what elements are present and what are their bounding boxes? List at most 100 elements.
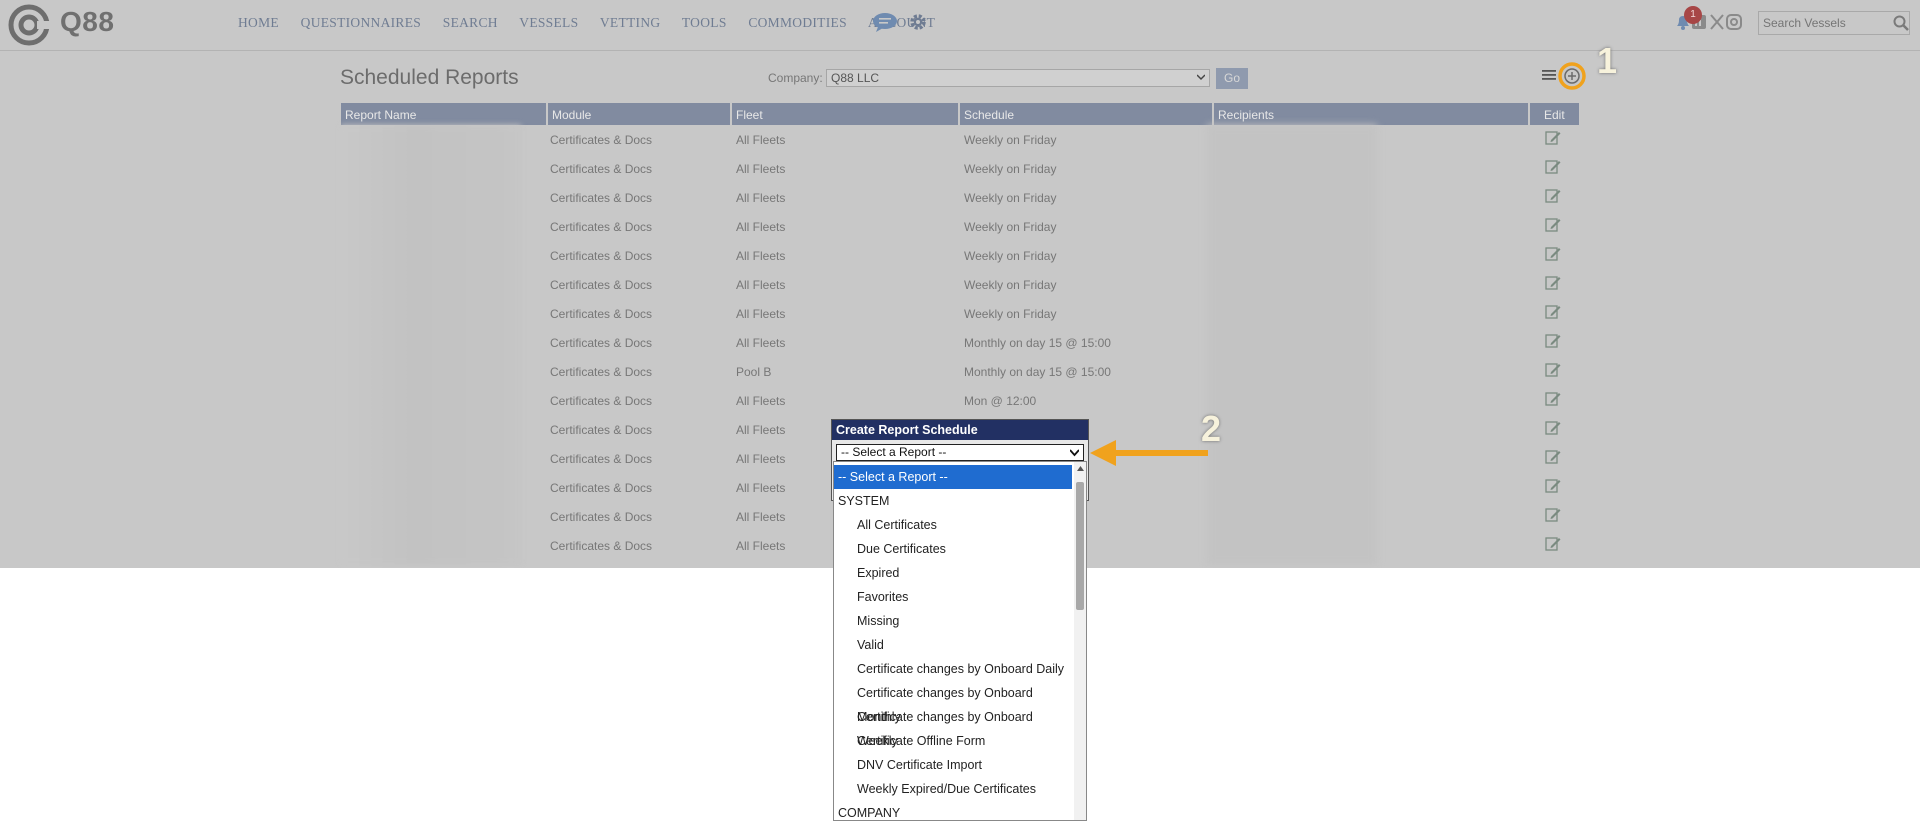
scrollbar-thumb[interactable]	[1076, 482, 1084, 610]
cell-module: Certificates & Docs	[550, 162, 653, 176]
column-fleet[interactable]: Fleet	[732, 103, 958, 125]
brand-name[interactable]: Q88	[60, 6, 114, 38]
table-row: Certificates & Docs All Fleets Mon @ 12:00	[341, 386, 1579, 415]
menu-icon[interactable]	[1542, 68, 1556, 82]
cell-fleet: All Fleets	[736, 133, 786, 147]
report-option[interactable]: Valid	[834, 633, 1072, 657]
edit-icon[interactable]	[1545, 159, 1561, 175]
column-schedule[interactable]: Schedule	[960, 103, 1212, 125]
cell-module: Certificates & Docs	[550, 539, 653, 553]
search-vessels-input[interactable]	[1758, 11, 1910, 35]
report-option[interactable]: Certificate changes by Onboard Weekly	[834, 705, 1072, 748]
report-option[interactable]: Missing	[834, 609, 1072, 633]
table-row: Certificates & Docs All Fleets Weekly on F…	[341, 183, 1579, 212]
table-header: Report Name Module Fleet Schedule Recipi…	[341, 103, 1579, 125]
top-navigation-bar: Q88 HOME QUESTIONNAIRES SEARCH VESSELS V…	[0, 0, 1920, 51]
nav-commodities[interactable]: COMMODITIES	[748, 15, 847, 30]
cell-schedule: Weekly on Friday	[964, 191, 1057, 205]
add-schedule-icon[interactable]	[1558, 62, 1586, 90]
cell-fleet: All Fleets	[736, 191, 786, 205]
column-report-name[interactable]: Report Name	[341, 103, 546, 125]
edit-icon[interactable]	[1545, 304, 1561, 320]
company-selected-value: Q88 LLC	[831, 71, 880, 85]
cell-fleet: All Fleets	[736, 307, 786, 321]
edit-icon[interactable]	[1545, 188, 1561, 204]
edit-icon[interactable]	[1545, 275, 1561, 291]
edit-icon[interactable]	[1545, 333, 1561, 349]
notification-badge: 1	[1684, 6, 1702, 24]
company-select[interactable]: Q88 LLC	[826, 69, 1210, 87]
cell-module: Certificates & Docs	[550, 481, 653, 495]
edit-icon[interactable]	[1545, 362, 1561, 378]
edit-icon[interactable]	[1545, 420, 1561, 436]
nav-home[interactable]: HOME	[238, 15, 279, 30]
cell-module: Certificates & Docs	[550, 278, 653, 292]
cell-fleet: Pool B	[736, 365, 772, 379]
cell-fleet: All Fleets	[736, 481, 786, 495]
cell-fleet: All Fleets	[736, 539, 786, 553]
instagram-icon[interactable]	[1726, 14, 1742, 30]
cell-module: Certificates & Docs	[550, 133, 653, 147]
step-2-annotation: 2	[1201, 408, 1222, 449]
search-icon[interactable]	[1893, 15, 1909, 31]
cell-schedule: Weekly on Friday	[964, 220, 1057, 234]
q88-logo-icon	[8, 4, 50, 46]
cell-module: Certificates & Docs	[550, 365, 653, 379]
cell-module: Certificates & Docs	[550, 510, 653, 524]
table-row: Certificates & Docs All Fleets Weekly on F…	[341, 270, 1579, 299]
x-twitter-icon[interactable]	[1710, 14, 1724, 30]
step-1-annotation: 1	[1597, 40, 1618, 81]
cell-schedule: Weekly on Friday	[964, 249, 1057, 263]
cell-module: Certificates & Docs	[550, 249, 653, 263]
report-option[interactable]: -- Select a Report --	[834, 465, 1072, 489]
report-option[interactable]: Favorites	[834, 585, 1072, 609]
column-edit: Edit	[1530, 103, 1579, 125]
cell-fleet: All Fleets	[736, 220, 786, 234]
edit-icon[interactable]	[1545, 507, 1561, 523]
report-option[interactable]: Weekly Expired/Due Certificates	[834, 777, 1072, 801]
chevron-down-icon	[1070, 449, 1079, 457]
cell-fleet: All Fleets	[736, 249, 786, 263]
company-label: Company:	[768, 71, 823, 85]
gear-icon[interactable]	[909, 13, 927, 31]
edit-icon[interactable]	[1545, 391, 1561, 407]
cell-schedule: Weekly on Friday	[964, 162, 1057, 176]
report-option[interactable]: Certificate changes by Onboard Daily	[834, 657, 1072, 681]
edit-icon[interactable]	[1545, 478, 1561, 494]
column-module[interactable]: Module	[548, 103, 730, 125]
edit-icon[interactable]	[1545, 536, 1561, 552]
page-title: Scheduled Reports	[340, 66, 519, 89]
cell-fleet: All Fleets	[736, 336, 786, 350]
nav-tools[interactable]: TOOLS	[682, 15, 727, 30]
report-option[interactable]: Expired	[834, 561, 1072, 585]
report-select-value: -- Select a Report --	[841, 445, 947, 459]
edit-icon[interactable]	[1545, 130, 1561, 146]
scroll-up-icon[interactable]	[1076, 464, 1085, 473]
nav-vetting[interactable]: VETTING	[600, 15, 661, 30]
cell-module: Certificates & Docs	[550, 220, 653, 234]
report-option[interactable]: Certificate changes by Onboard Monthly	[834, 681, 1072, 724]
main-nav: HOME QUESTIONNAIRES SEARCH VESSELS VETTI…	[238, 15, 953, 31]
table-row: Certificates & Docs All Fleets Monthly on …	[341, 328, 1579, 357]
table-row: Certificates & Docs Pool B Monthly on day …	[341, 357, 1579, 386]
nav-questionnaires[interactable]: QUESTIONNAIRES	[301, 15, 421, 30]
report-option[interactable]: All Certificates	[834, 513, 1072, 537]
column-recipients[interactable]: Recipients	[1214, 103, 1528, 125]
edit-icon[interactable]	[1545, 449, 1561, 465]
nav-search[interactable]: SEARCH	[443, 15, 498, 30]
report-select[interactable]: -- Select a Report --	[836, 444, 1084, 461]
cell-schedule: Weekly on Friday	[964, 307, 1057, 321]
report-option[interactable]: Due Certificates	[834, 537, 1072, 561]
chat-icon[interactable]	[872, 12, 898, 32]
report-option[interactable]: Certificate Offline Form	[834, 729, 1072, 753]
edit-icon[interactable]	[1545, 246, 1561, 262]
cell-fleet: All Fleets	[736, 162, 786, 176]
go-button[interactable]: Go	[1216, 68, 1248, 89]
table-row: Certificates & Docs All Fleets Weekly on F…	[341, 212, 1579, 241]
nav-vessels[interactable]: VESSELS	[519, 15, 578, 30]
report-option[interactable]: DNV Certificate Import	[834, 753, 1072, 777]
cell-schedule: Monthly on day 15 @ 15:00	[964, 336, 1111, 350]
dialog-title: Create Report Schedule	[832, 420, 1088, 440]
cell-module: Certificates & Docs	[550, 452, 653, 466]
edit-icon[interactable]	[1545, 217, 1561, 233]
